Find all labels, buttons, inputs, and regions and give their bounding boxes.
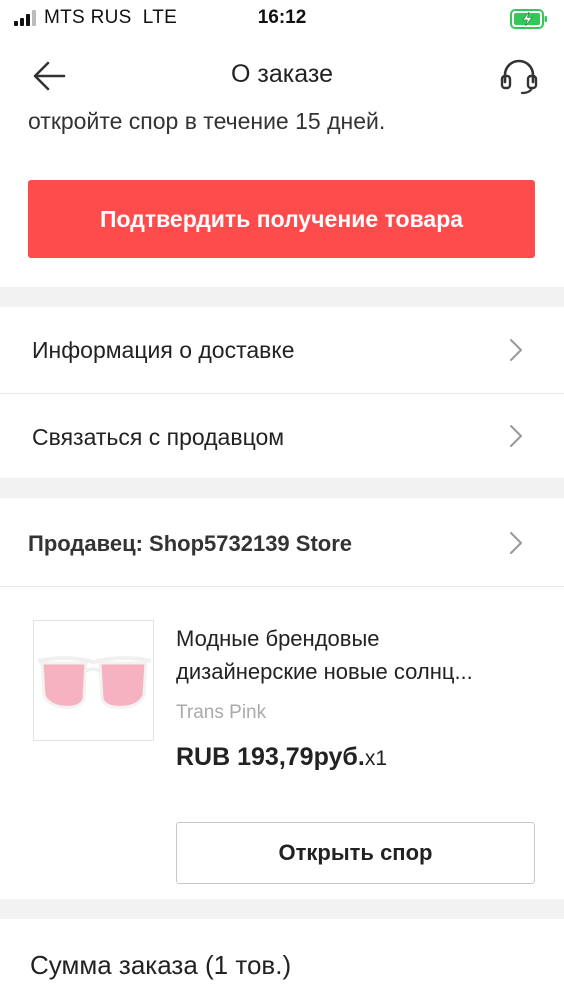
seller-name: Продавец: Shop5732139 Store bbox=[28, 531, 353, 556]
product-price: RUB 193,79руб. bbox=[176, 743, 365, 771]
product-price-block: RUB 193,79руб.x1 bbox=[176, 743, 387, 772]
pink-sunglasses-image bbox=[37, 656, 152, 709]
support-button[interactable] bbox=[498, 56, 540, 96]
chevron-right-icon bbox=[510, 532, 522, 554]
section-gap bbox=[0, 287, 564, 307]
page-title: О заказе bbox=[231, 60, 333, 88]
product-title-line: Модные брендовые bbox=[176, 626, 380, 651]
confirm-receipt-button[interactable]: Подтвердить получение товара bbox=[28, 180, 535, 258]
product-quantity: x1 bbox=[364, 747, 387, 770]
dispute-notice-text: откройте спор в течение 15 дней. bbox=[28, 108, 386, 134]
order-summary-label: Сумма заказа (1 тов.) bbox=[30, 950, 292, 980]
chevron-right-icon bbox=[510, 425, 522, 447]
section-gap bbox=[0, 478, 564, 498]
contact-seller-label: Связаться с продавцом bbox=[32, 424, 285, 450]
delivery-info-label: Информация о доставке bbox=[32, 337, 295, 363]
headset-icon bbox=[500, 59, 538, 95]
status-bar: MTS RUS LTE 16:12 bbox=[0, 0, 564, 40]
battery-charging-icon bbox=[510, 9, 547, 29]
contact-seller-row[interactable]: Связаться с продавцом bbox=[0, 394, 564, 478]
product-image[interactable] bbox=[33, 620, 154, 741]
product-variant: Trans Pink bbox=[176, 702, 267, 723]
product-title-line: дизайнерские новые солнц... bbox=[176, 659, 473, 684]
seller-row[interactable]: Продавец: Shop5732139 Store bbox=[0, 498, 564, 586]
divider bbox=[0, 586, 564, 587]
status-time: 16:12 bbox=[257, 7, 307, 28]
section-gap bbox=[0, 899, 564, 919]
delivery-info-row[interactable]: Информация о доставке bbox=[0, 307, 564, 393]
nav-bar: О заказе bbox=[0, 40, 564, 110]
product-title[interactable]: Модные брендовые дизайнерские новые солн… bbox=[176, 622, 536, 688]
chevron-right-icon bbox=[510, 339, 522, 361]
open-dispute-button[interactable]: Открыть спор bbox=[176, 822, 535, 884]
